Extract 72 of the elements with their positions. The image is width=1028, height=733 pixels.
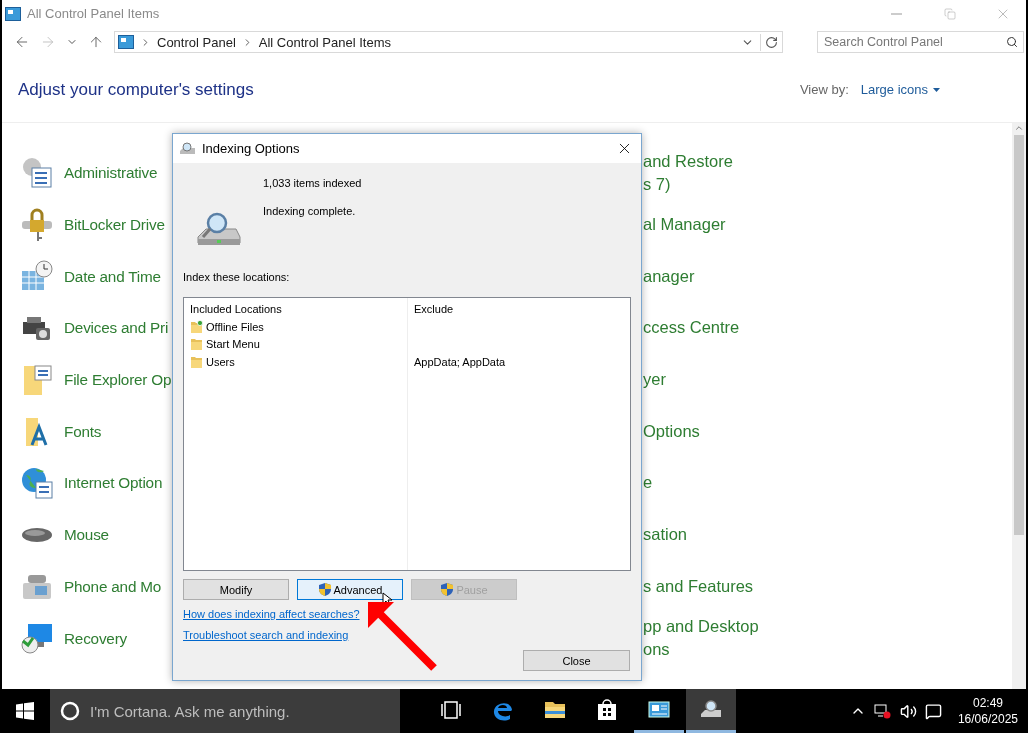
view-by-label: View by: bbox=[799, 82, 849, 97]
control-panel-item[interactable]: pp and Desktop ons bbox=[643, 615, 759, 662]
folder-icon bbox=[190, 354, 204, 369]
control-panel-icon bbox=[5, 6, 21, 21]
control-panel-item[interactable]: sation bbox=[643, 523, 688, 547]
control-panel-item[interactable]: s and Features bbox=[643, 574, 754, 598]
control-panel-item[interactable]: Options bbox=[643, 419, 700, 443]
dialog-button[interactable]: Modify bbox=[183, 579, 289, 600]
control-panel-item[interactable]: and Restore s 7) bbox=[643, 149, 733, 196]
shopping-bag-icon bbox=[595, 697, 619, 722]
control-panel-item[interactable]: Administrative bbox=[64, 161, 158, 185]
cortana-circle-icon bbox=[60, 701, 80, 721]
chevron-up-icon bbox=[1014, 123, 1024, 133]
control-panel-item[interactable]: Mouse bbox=[64, 523, 109, 547]
padlock-drive-icon bbox=[20, 207, 54, 242]
excluded-folders: AppData; AppData bbox=[414, 355, 506, 368]
notification-icon bbox=[924, 702, 942, 720]
window-title: All Control Panel Items bbox=[27, 6, 161, 21]
page-heading: Adjust your computer's settings bbox=[18, 79, 255, 100]
refresh-icon bbox=[765, 35, 778, 49]
location-name[interactable]: Offline Files bbox=[206, 320, 264, 333]
arrow-right-icon bbox=[40, 34, 56, 50]
dialog-button[interactable]: Advanced bbox=[297, 579, 403, 600]
control-panel-item[interactable]: File Explorer Op bbox=[64, 368, 172, 392]
control-panel-item[interactable]: Recovery bbox=[64, 626, 127, 650]
breadcrumb[interactable]: All Control Panel Items bbox=[258, 34, 391, 50]
clock[interactable]: 02:49 16/06/2025 bbox=[957, 695, 1018, 727]
dialog-title: Indexing Options bbox=[202, 141, 301, 156]
control-panel-item[interactable]: yer bbox=[643, 368, 666, 392]
windows-logo-icon bbox=[16, 702, 34, 720]
locations-label: Index these locations: bbox=[183, 271, 291, 283]
control-panel-item[interactable]: anager bbox=[643, 264, 695, 288]
search-icon bbox=[1006, 36, 1018, 48]
scrollbar[interactable] bbox=[1012, 123, 1026, 689]
taskbar-app-button[interactable] bbox=[686, 689, 736, 733]
help-link[interactable]: How does indexing affect searches? bbox=[183, 608, 360, 620]
location-name[interactable]: Users bbox=[206, 355, 235, 368]
synced-folder-icon bbox=[190, 319, 204, 334]
control-panel-item[interactable]: al Manager bbox=[643, 213, 726, 237]
dropdown-arrow-icon bbox=[933, 87, 940, 92]
locations-list[interactable]: Included Locations Offline Files Start Menu Users Exclude AppData; AppData bbox=[183, 297, 631, 571]
breadcrumb[interactable]: Control Panel bbox=[157, 34, 236, 50]
control-panel-item[interactable]: Fonts bbox=[64, 419, 102, 443]
items-indexed-count: 1,033 items indexed bbox=[263, 177, 362, 189]
drive-search-icon bbox=[179, 141, 196, 156]
help-link[interactable]: Troubleshoot search and indexing bbox=[183, 629, 349, 641]
control-panel-item[interactable]: BitLocker Drive bbox=[64, 213, 165, 237]
column-header[interactable]: Included Locations bbox=[190, 303, 401, 315]
network-disconnected-icon bbox=[873, 703, 892, 719]
search-field[interactable]: Search Control Panel bbox=[817, 31, 1024, 53]
control-panel-item[interactable]: e bbox=[643, 471, 653, 495]
address-bar[interactable]: Control Panel All Control Panel Items bbox=[114, 31, 783, 53]
pointer-arrow-drawing bbox=[366, 600, 438, 672]
control-panel-item[interactable]: ccess Centre bbox=[643, 316, 740, 340]
control-panel-icon bbox=[118, 35, 134, 49]
control-panel-item[interactable]: Date and Time bbox=[64, 264, 161, 288]
control-panel-item[interactable]: Devices and Pri bbox=[64, 316, 169, 340]
indexing-status: Indexing complete. bbox=[263, 205, 357, 217]
globe-checklist-icon bbox=[20, 465, 54, 500]
monitor-clock-icon bbox=[20, 621, 54, 656]
control-panel-item[interactable]: Internet Option bbox=[64, 471, 163, 495]
view-by-dropdown[interactable]: Large icons bbox=[860, 82, 940, 97]
restore-icon bbox=[943, 7, 956, 20]
cortana-search-field[interactable]: I'm Cortana. Ask me anything. bbox=[50, 689, 400, 733]
location-name[interactable]: Start Menu bbox=[206, 338, 260, 351]
close-button[interactable]: Close bbox=[523, 650, 630, 671]
column-header[interactable]: Exclude bbox=[414, 303, 622, 315]
minimize-icon bbox=[891, 12, 902, 15]
mouse-icon bbox=[20, 526, 54, 543]
volume-icon bbox=[899, 702, 917, 720]
control-panel-item[interactable]: Phone and Mo bbox=[64, 574, 162, 598]
folder-icon bbox=[190, 337, 204, 352]
